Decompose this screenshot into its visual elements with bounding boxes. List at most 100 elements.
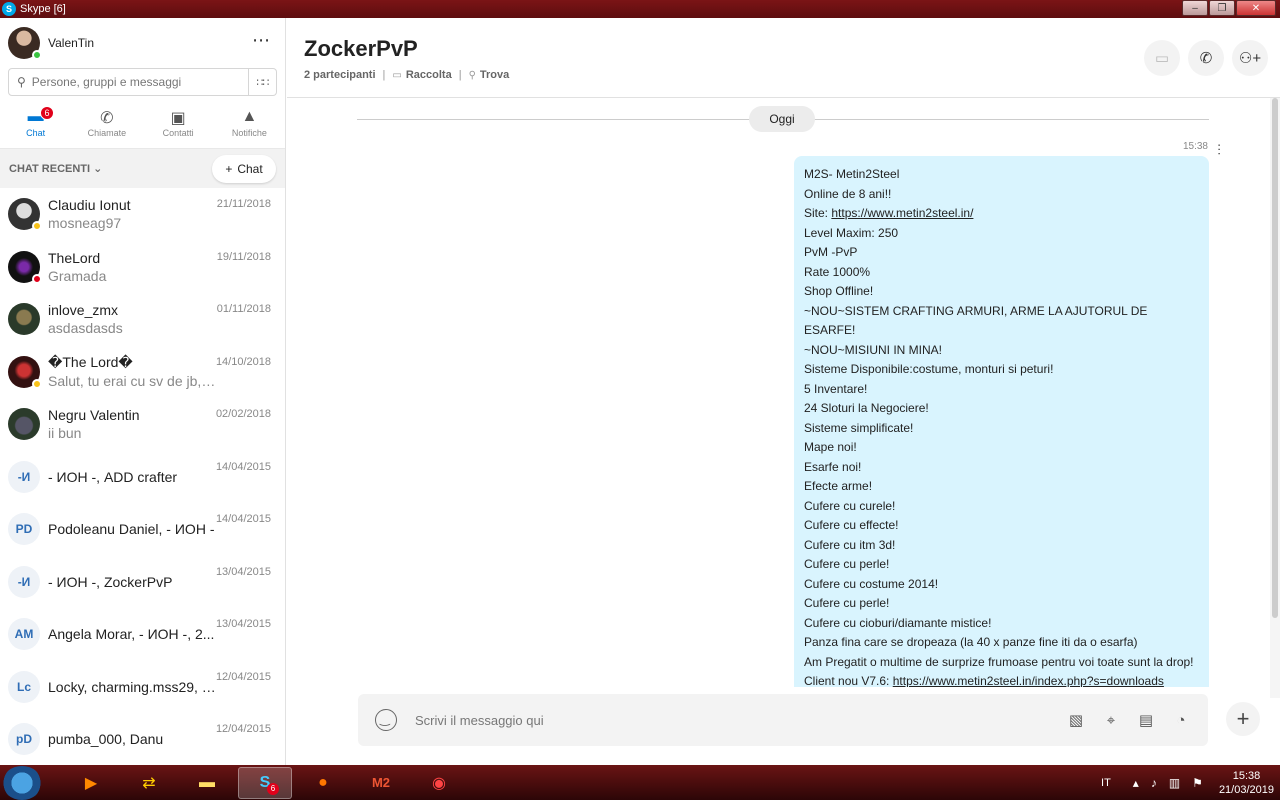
tray-expand-icon[interactable]: ▴ [1133, 776, 1139, 790]
chat-item[interactable]: AM Angela Morar, - ИОН -, 2... 13/04/201… [0, 608, 285, 661]
tab-contacts[interactable]: ▣ Contatti [143, 98, 214, 148]
network-icon[interactable]: ▥ [1169, 776, 1180, 790]
conversation-title[interactable]: ZockerPvP [304, 18, 1280, 62]
group-initials-avatar: pD [8, 723, 40, 756]
chat-item[interactable]: Negru Valentin ii bun 02/02/2018 [0, 398, 285, 451]
image-icon[interactable]: ▧ [1063, 708, 1089, 732]
video-call-button[interactable]: ▭ [1144, 40, 1180, 76]
tab-label: Contatti [162, 128, 194, 138]
group-initials-avatar: PD [8, 513, 40, 546]
message-scrollbar[interactable] [1270, 98, 1280, 698]
message-input[interactable]: Scrivi il messaggio qui [415, 713, 544, 728]
contact-card-icon[interactable]: ▤ [1133, 708, 1159, 732]
message-link[interactable]: https://www.metin2steel.in/index.php?s=d… [893, 674, 1164, 687]
contact-avatar [8, 355, 42, 389]
chat-item[interactable]: inlove_zmx asdasdasds 01/11/2018 [0, 293, 285, 346]
message-line: 24 Sloturi la Negociere! [804, 401, 929, 415]
plus-icon: + [1236, 706, 1250, 731]
metin2-taskbar-icon[interactable]: M2 [354, 767, 408, 799]
start-button[interactable] [2, 765, 42, 800]
divider: | [382, 69, 386, 81]
emoji-icon[interactable] [375, 709, 397, 731]
message-options-icon[interactable]: ⋯ [1212, 143, 1227, 156]
contact-avatar [8, 303, 40, 336]
scrollbar-thumb[interactable] [1272, 98, 1278, 618]
divider: | [458, 69, 462, 81]
minimize-button[interactable]: – [1182, 0, 1208, 16]
skype-taskbar-icon[interactable]: S 6 [238, 766, 292, 799]
chat-item[interactable]: -И - ИОН -, ADD crafter 14/04/2015 [0, 451, 285, 504]
chat-item[interactable]: PD Podoleanu Daniel, - ИОН - 14/04/2015 [0, 503, 285, 556]
window-title: Skype [6] [20, 3, 66, 15]
window-titlebar: S Skype [6] – ❐ ✕ [0, 0, 1280, 18]
plus-icon: + [225, 161, 233, 176]
chat-date: 12/04/2015 [215, 723, 271, 735]
chat-date: 12/04/2015 [215, 670, 271, 683]
chat-list: Claudiu Ionut mosneag97 21/11/2018 TheLo… [0, 188, 285, 765]
maximize-button[interactable]: ❐ [1209, 0, 1235, 16]
chat-item[interactable]: TheLord Gramada 19/11/2018 [0, 241, 285, 294]
media-player-taskbar-icon[interactable]: ▶ [64, 767, 118, 799]
message-line: Panza fina care se dropeaza (la 40 x pan… [804, 635, 1138, 649]
screen-recorder-taskbar-icon[interactable]: ◉ [412, 767, 466, 799]
more-options-icon[interactable]: ⋯ [252, 30, 271, 51]
profile-name[interactable]: ValenTin [48, 36, 94, 50]
conversation-meta: 2 partecipanti | ▭ Raccolta | ⚲ Trova [304, 69, 1280, 81]
close-button[interactable]: ✕ [1236, 0, 1276, 16]
chat-item[interactable]: Claudiu Ionut mosneag97 21/11/2018 [0, 188, 285, 241]
add-participant-button[interactable]: ⚇+ [1232, 40, 1268, 76]
chat-item[interactable]: -И - ИОН -, ZockerPvP 13/04/2015 [0, 556, 285, 609]
chat-name: Negru Valentin [48, 407, 140, 424]
message-line: Cufere cu perle! [804, 596, 890, 610]
chat-name: Claudiu Ionut [48, 197, 131, 214]
tab-label: Notifiche [231, 128, 267, 138]
folder-icon: ▬ [199, 773, 215, 791]
language-indicator[interactable]: IT [1101, 777, 1111, 789]
audio-call-button[interactable]: ✆ [1188, 40, 1224, 76]
presence-away-icon [32, 221, 42, 232]
bell-icon: ▲ [241, 108, 258, 125]
gallery-link[interactable]: Raccolta [406, 69, 452, 81]
participants-link[interactable]: 2 partecipanti [304, 69, 376, 81]
recent-chats-label: CHAT RECENTI [9, 163, 91, 175]
record-icon: ◉ [432, 774, 446, 792]
profile-avatar[interactable] [8, 27, 42, 60]
more-actions-button[interactable]: + [1226, 702, 1260, 736]
phone-icon: ✆ [1199, 50, 1213, 67]
group-initials-avatar: AM [8, 618, 40, 651]
taskbar-clock[interactable]: 15:38 21/03/2019 [1219, 769, 1274, 797]
search-input[interactable]: ⚲ Persone, gruppi e messaggi [8, 68, 250, 96]
group-initials-avatar: -И [8, 460, 40, 493]
message-line: Site: https://www.metin2steel.in/ [804, 204, 1199, 224]
location-pin-icon[interactable]: ⌖ [1098, 708, 1124, 732]
new-chat-button[interactable]: + Chat [212, 154, 276, 183]
message-line: Am Pregatit o multime de surprize frumoa… [804, 654, 1194, 669]
action-center-icon[interactable]: ⚑ [1192, 776, 1203, 790]
nav-tabs: ▬ 6 Chat ✆ Chiamate ▣ Contatti ▲ Notific… [0, 98, 285, 148]
poll-icon[interactable]: ◔ [1168, 708, 1194, 732]
chat-name: - ИОН -, ZockerPvP [48, 573, 173, 590]
contact-avatar [8, 198, 42, 232]
tab-notifications[interactable]: ▲ Notifiche [214, 98, 285, 148]
firefox-taskbar-icon[interactable]: ● [296, 767, 350, 799]
tab-calls[interactable]: ✆ Chiamate [71, 98, 142, 148]
volume-icon[interactable]: ♪ [1151, 776, 1157, 790]
tab-label: Chat [26, 128, 46, 138]
app-arrows-taskbar-icon[interactable]: ⇄ [122, 767, 176, 799]
dialpad-icon[interactable]: ∷∷ [249, 68, 277, 96]
skype-app-icon: S [2, 2, 16, 16]
chat-item[interactable]: Lc Locky, charming.mss29, 2... 12/04/201… [0, 661, 285, 714]
sidebar: ValenTin ⋯ ⚲ Persone, gruppi e messaggi … [0, 18, 286, 765]
file-explorer-taskbar-icon[interactable]: ▬ [180, 767, 234, 799]
message-bubble[interactable]: M2S- Metin2Steel Online de 8 ani!! Site: h… [794, 156, 1209, 687]
recent-chats-dropdown[interactable]: CHAT RECENTI ⌄ [9, 162, 102, 175]
system-tray: IT ▴ ♪ ▥ ⚑ 15:38 21/03/2019 [1101, 765, 1274, 800]
find-link[interactable]: Trova [480, 69, 509, 81]
chat-item[interactable]: �The Lord� Salut, tu erai cu sv de jb, p… [0, 346, 285, 399]
chat-date: 01/11/2018 [216, 303, 271, 315]
chat-item[interactable]: pD pumba_000, Danu 12/04/2015 [0, 713, 285, 765]
tab-chat[interactable]: ▬ 6 Chat [0, 98, 71, 148]
chat-unread-badge: 6 [40, 106, 54, 120]
message-link[interactable]: https://www.metin2steel.in/ [831, 206, 973, 220]
find-icon: ⚲ [468, 69, 476, 81]
